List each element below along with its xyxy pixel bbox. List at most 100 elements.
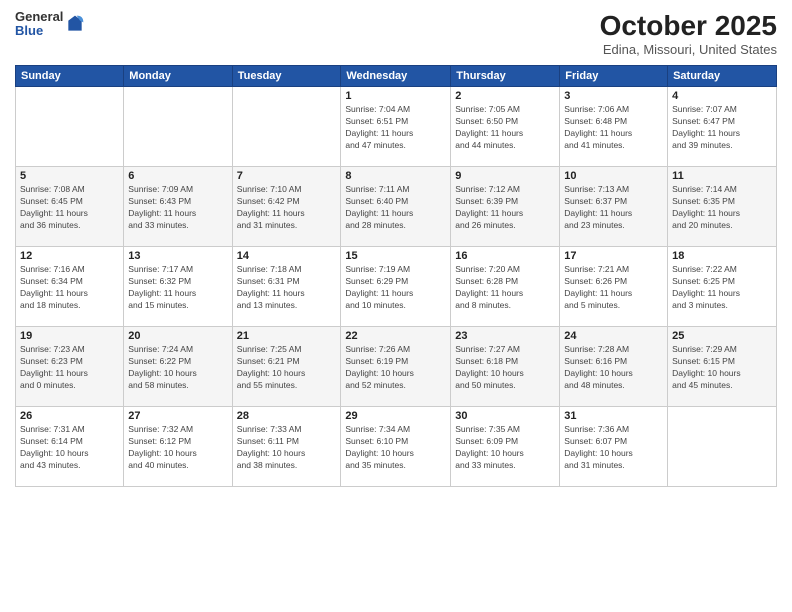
day-number: 26	[20, 410, 119, 422]
table-row: 18 Sunrise: 7:22 AMSunset: 6:25 PMDayligh…	[668, 247, 777, 327]
table-row: 24 Sunrise: 7:28 AMSunset: 6:16 PMDayligh…	[560, 327, 668, 407]
page-container: General Blue October 2025 Edina, Missour…	[0, 0, 792, 612]
day-number: 22	[345, 330, 446, 342]
day-number: 4	[672, 90, 772, 102]
day-info: Sunrise: 7:12 AMSunset: 6:39 PMDaylight:…	[455, 184, 555, 232]
table-row: 9 Sunrise: 7:12 AMSunset: 6:39 PMDaylight…	[451, 167, 560, 247]
day-info: Sunrise: 7:11 AMSunset: 6:40 PMDaylight:…	[345, 184, 446, 232]
day-number: 24	[564, 330, 663, 342]
table-row: 25Sunrise: 7:29 AMSunset: 6:15 PMDayligh…	[668, 327, 777, 407]
day-info: Sunrise: 7:14 AMSunset: 6:35 PMDaylight:…	[672, 184, 772, 232]
day-number: 14	[237, 250, 337, 262]
table-row: 19Sunrise: 7:23 AMSunset: 6:23 PMDayligh…	[16, 327, 124, 407]
day-info: Sunrise: 7:28 AMSunset: 6:16 PMDaylight:…	[564, 344, 663, 392]
day-info: Sunrise: 7:20 AMSunset: 6:28 PMDaylight:…	[455, 264, 555, 312]
table-row: 12 Sunrise: 7:16 AMSunset: 6:34 PMDayligh…	[16, 247, 124, 327]
table-row: 23Sunrise: 7:27 AMSunset: 6:18 PMDayligh…	[451, 327, 560, 407]
day-info: Sunrise: 7:10 AMSunset: 6:42 PMDaylight:…	[237, 184, 337, 232]
day-info: Sunrise: 7:07 AMSunset: 6:47 PMDaylight:…	[672, 104, 772, 152]
day-info: Sunrise: 7:23 AMSunset: 6:23 PMDaylight:…	[20, 344, 119, 392]
day-number: 5	[20, 170, 119, 182]
day-info: Sunrise: 7:13 AMSunset: 6:37 PMDaylight:…	[564, 184, 663, 232]
col-saturday: Saturday	[668, 66, 777, 87]
day-info: Sunrise: 7:24 AMSunset: 6:22 PMDaylight:…	[128, 344, 227, 392]
table-row	[124, 87, 232, 167]
day-number: 25	[672, 330, 772, 342]
day-number: 3	[564, 90, 663, 102]
day-info: Sunrise: 7:22 AMSunset: 6:25 PMDaylight:…	[672, 264, 772, 312]
table-row: 22 Sunrise: 7:26 AMSunset: 6:19 PMDayligh…	[341, 327, 451, 407]
day-info: Sunrise: 7:31 AMSunset: 6:14 PMDaylight:…	[20, 424, 119, 472]
day-number: 15	[345, 250, 446, 262]
table-row	[16, 87, 124, 167]
table-row: 6Sunrise: 7:09 AMSunset: 6:43 PMDaylight…	[124, 167, 232, 247]
table-row: 29Sunrise: 7:34 AMSunset: 6:10 PMDayligh…	[341, 407, 451, 487]
table-row: 30Sunrise: 7:35 AMSunset: 6:09 PMDayligh…	[451, 407, 560, 487]
table-row: 13 Sunrise: 7:17 AMSunset: 6:32 PMDayligh…	[124, 247, 232, 327]
table-row: 1 Sunrise: 7:04 AMSunset: 6:51 PMDaylight…	[341, 87, 451, 167]
calendar-header-row: Sunday Monday Tuesday Wednesday Thursday…	[16, 66, 777, 87]
day-number: 28	[237, 410, 337, 422]
col-friday: Friday	[560, 66, 668, 87]
day-info: Sunrise: 7:18 AMSunset: 6:31 PMDaylight:…	[237, 264, 337, 312]
day-info: Sunrise: 7:34 AMSunset: 6:10 PMDaylight:…	[345, 424, 446, 472]
table-row: 26 Sunrise: 7:31 AMSunset: 6:14 PMDayligh…	[16, 407, 124, 487]
day-info: Sunrise: 7:25 AMSunset: 6:21 PMDaylight:…	[237, 344, 337, 392]
table-row: 31Sunrise: 7:36 AMSunset: 6:07 PMDayligh…	[560, 407, 668, 487]
day-info: Sunrise: 7:17 AMSunset: 6:32 PMDaylight:…	[128, 264, 227, 312]
day-number: 1	[345, 90, 446, 102]
day-number: 23	[455, 330, 555, 342]
table-row: 4 Sunrise: 7:07 AMSunset: 6:47 PMDaylight…	[668, 87, 777, 167]
day-info: Sunrise: 7:06 AMSunset: 6:48 PMDaylight:…	[564, 104, 663, 152]
table-row: 17 Sunrise: 7:21 AMSunset: 6:26 PMDayligh…	[560, 247, 668, 327]
col-tuesday: Tuesday	[232, 66, 341, 87]
logo-text: General Blue	[15, 10, 63, 39]
day-number: 10	[564, 170, 663, 182]
day-number: 12	[20, 250, 119, 262]
table-row: 2Sunrise: 7:05 AMSunset: 6:50 PMDaylight…	[451, 87, 560, 167]
table-row: 20 Sunrise: 7:24 AMSunset: 6:22 PMDayligh…	[124, 327, 232, 407]
day-number: 21	[237, 330, 337, 342]
day-info: Sunrise: 7:04 AMSunset: 6:51 PMDaylight:…	[345, 104, 446, 152]
table-row	[232, 87, 341, 167]
col-wednesday: Wednesday	[341, 66, 451, 87]
table-row	[668, 407, 777, 487]
table-row: 5Sunrise: 7:08 AMSunset: 6:45 PMDaylight…	[16, 167, 124, 247]
header: General Blue October 2025 Edina, Missour…	[15, 10, 777, 57]
day-number: 13	[128, 250, 227, 262]
day-number: 20	[128, 330, 227, 342]
day-number: 6	[128, 170, 227, 182]
calendar-week-row: 12 Sunrise: 7:16 AMSunset: 6:34 PMDayligh…	[16, 247, 777, 327]
day-number: 27	[128, 410, 227, 422]
table-row: 10 Sunrise: 7:13 AMSunset: 6:37 PMDayligh…	[560, 167, 668, 247]
day-info: Sunrise: 7:05 AMSunset: 6:50 PMDaylight:…	[455, 104, 555, 152]
location: Edina, Missouri, United States	[600, 42, 777, 57]
table-row: 21 Sunrise: 7:25 AMSunset: 6:21 PMDayligh…	[232, 327, 341, 407]
title-block: October 2025 Edina, Missouri, United Sta…	[600, 10, 777, 57]
col-sunday: Sunday	[16, 66, 124, 87]
table-row: 14 Sunrise: 7:18 AMSunset: 6:31 PMDayligh…	[232, 247, 341, 327]
calendar-week-row: 1 Sunrise: 7:04 AMSunset: 6:51 PMDaylight…	[16, 87, 777, 167]
calendar-week-row: 5Sunrise: 7:08 AMSunset: 6:45 PMDaylight…	[16, 167, 777, 247]
day-info: Sunrise: 7:33 AMSunset: 6:11 PMDaylight:…	[237, 424, 337, 472]
day-info: Sunrise: 7:16 AMSunset: 6:34 PMDaylight:…	[20, 264, 119, 312]
calendar-week-row: 26 Sunrise: 7:31 AMSunset: 6:14 PMDayligh…	[16, 407, 777, 487]
col-thursday: Thursday	[451, 66, 560, 87]
calendar-week-row: 19Sunrise: 7:23 AMSunset: 6:23 PMDayligh…	[16, 327, 777, 407]
day-number: 18	[672, 250, 772, 262]
day-number: 9	[455, 170, 555, 182]
logo-icon	[65, 14, 85, 34]
day-info: Sunrise: 7:32 AMSunset: 6:12 PMDaylight:…	[128, 424, 227, 472]
col-monday: Monday	[124, 66, 232, 87]
day-info: Sunrise: 7:21 AMSunset: 6:26 PMDaylight:…	[564, 264, 663, 312]
table-row: 3 Sunrise: 7:06 AMSunset: 6:48 PMDaylight…	[560, 87, 668, 167]
logo-general: General	[15, 10, 63, 24]
day-number: 17	[564, 250, 663, 262]
table-row: 11 Sunrise: 7:14 AMSunset: 6:35 PMDayligh…	[668, 167, 777, 247]
day-number: 7	[237, 170, 337, 182]
day-number: 11	[672, 170, 772, 182]
day-info: Sunrise: 7:26 AMSunset: 6:19 PMDaylight:…	[345, 344, 446, 392]
day-number: 31	[564, 410, 663, 422]
day-info: Sunrise: 7:35 AMSunset: 6:09 PMDaylight:…	[455, 424, 555, 472]
table-row: 27 Sunrise: 7:32 AMSunset: 6:12 PMDayligh…	[124, 407, 232, 487]
